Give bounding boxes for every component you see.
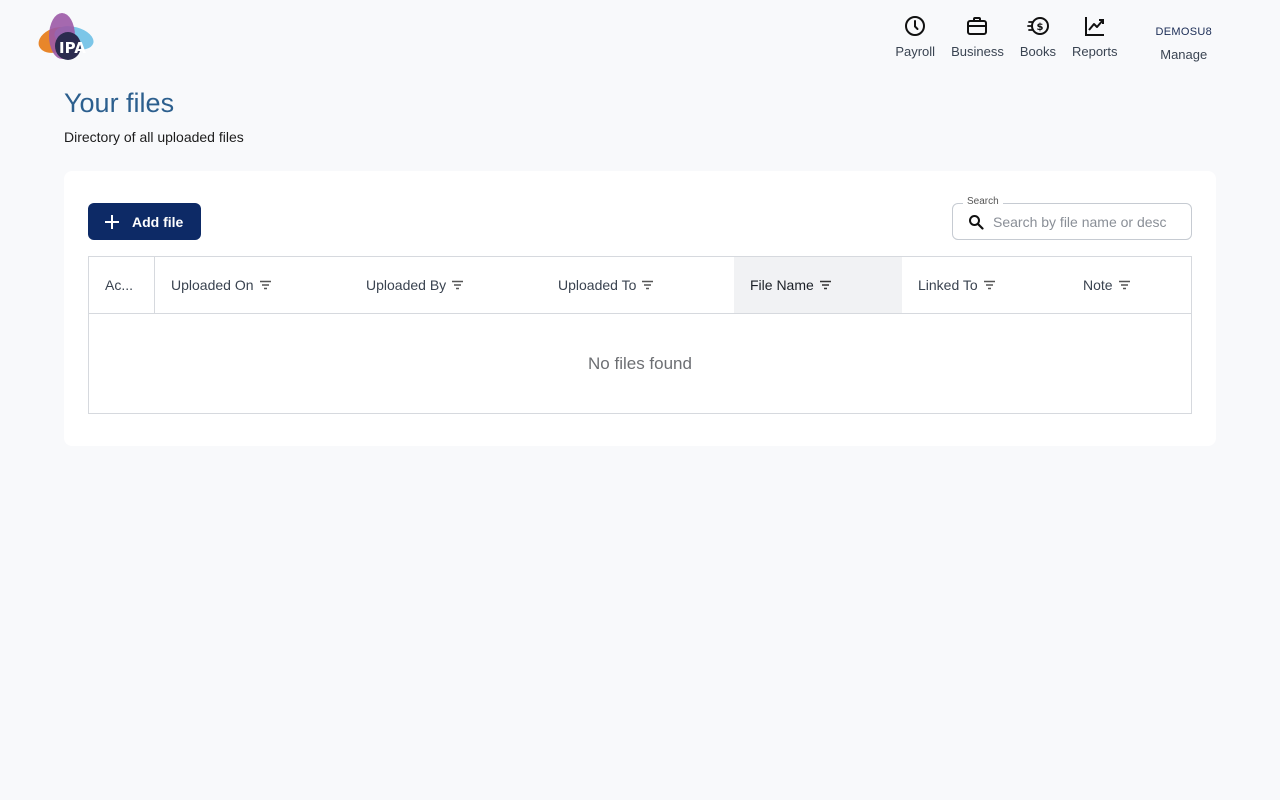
column-actions[interactable]: Ac... [89,257,154,313]
column-note[interactable]: Note [1067,257,1191,313]
search-box: Search [952,196,1192,240]
line-chart-icon [1084,17,1104,36]
filter-icon[interactable] [1118,280,1131,290]
column-uploaded-to[interactable]: Uploaded To [542,257,734,313]
empty-state: No files found [588,353,692,373]
column-label: Uploaded To [558,277,637,293]
nav-business-label: Business [951,44,1004,59]
column-label: Uploaded On [171,277,254,293]
nav-business[interactable]: Business [943,14,1012,59]
top-bar: IPA Payroll Business $ Books Reports DEM… [0,0,1280,80]
page-subtitle: Directory of all uploaded files [64,129,244,145]
table-header: Ac... Uploaded On Uploaded By Uploaded T… [89,257,1191,314]
column-uploaded-by[interactable]: Uploaded By [350,257,543,313]
main-nav: Payroll Business $ Books Reports DEMOSU8… [887,14,1220,62]
column-label: Uploaded By [366,277,447,293]
nav-books[interactable]: $ Books [1012,14,1064,59]
filter-icon[interactable] [259,280,272,290]
plus-icon [105,214,119,229]
nav-reports[interactable]: Reports [1064,14,1126,59]
column-uploaded-on[interactable]: Uploaded On [155,257,351,313]
logo-icon: IPA [38,13,94,60]
search-icon [969,215,984,230]
filter-icon[interactable] [641,280,654,290]
add-file-label: Add file [132,213,184,230]
nav-books-label: Books [1019,44,1056,59]
svg-text:$: $ [1036,22,1043,33]
column-label: Ac... [105,277,134,293]
dollar-coin-icon: $ [1026,17,1049,35]
files-table: Ac... Uploaded On Uploaded By Uploaded T… [88,256,1192,414]
nav-manage-label: Manage [1160,47,1208,62]
column-linked-to[interactable]: Linked To [902,257,1067,313]
nav-payroll[interactable]: Payroll [887,14,943,59]
nav-manage[interactable]: DEMOSU8 Manage [1148,14,1221,62]
search-input[interactable] [993,212,1181,232]
add-file-button[interactable]: Add file [88,203,201,240]
files-card: Add file Search Ac... Uploaded On Upload… [64,171,1216,446]
clock-icon [905,16,926,36]
ipa-logo[interactable]: IPA [36,10,96,66]
nav-payroll-label: Payroll [895,44,936,59]
filter-icon[interactable] [819,280,832,290]
column-label: Linked To [918,277,978,293]
filter-icon[interactable] [451,280,464,290]
page-title: Your files [64,88,175,118]
briefcase-icon [967,17,988,35]
logo-text: IPA [59,39,86,57]
column-label: Note [1083,277,1113,293]
username: DEMOSU8 [1155,26,1212,38]
column-file-name[interactable]: File Name [734,257,902,313]
search-label: Search [963,196,1003,207]
nav-reports-label: Reports [1071,44,1118,59]
filter-icon[interactable] [983,280,996,290]
column-label: File Name [750,277,814,293]
